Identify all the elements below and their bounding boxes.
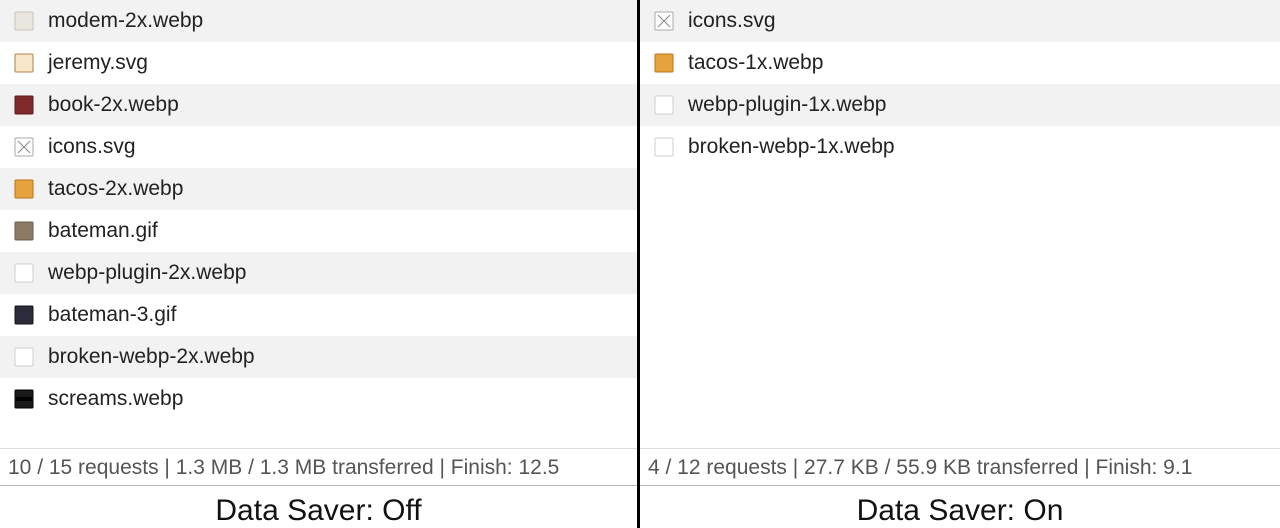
file-icon: [14, 179, 34, 199]
file-icon: [14, 263, 34, 283]
file-name: broken-webp-1x.webp: [688, 135, 895, 159]
file-name: icons.svg: [688, 9, 776, 33]
table-row[interactable]: bateman.gif: [0, 210, 637, 252]
file-name: bateman.gif: [48, 219, 158, 243]
table-row[interactable]: broken-webp-1x.webp: [640, 126, 1280, 168]
file-icon: [14, 347, 34, 367]
file-icon: [14, 11, 34, 31]
file-icon: [654, 137, 674, 157]
table-row[interactable]: webp-plugin-2x.webp: [0, 252, 637, 294]
table-row[interactable]: tacos-1x.webp: [640, 42, 1280, 84]
file-icon: [14, 389, 34, 409]
network-list-right: icons.svg tacos-1x.webp webp-plugin-1x.w…: [640, 0, 1280, 448]
file-icon: [14, 305, 34, 325]
file-name: jeremy.svg: [48, 51, 148, 75]
file-name: broken-webp-2x.webp: [48, 345, 255, 369]
panel-right: icons.svg tacos-1x.webp webp-plugin-1x.w…: [640, 0, 1280, 528]
panel-left: modem-2x.webp jeremy.svg book-2x.webp ic…: [0, 0, 640, 528]
network-list-left: modem-2x.webp jeremy.svg book-2x.webp ic…: [0, 0, 637, 448]
file-name: bateman-3.gif: [48, 303, 176, 327]
table-row[interactable]: jeremy.svg: [0, 42, 637, 84]
file-icon: [14, 53, 34, 73]
table-row[interactable]: icons.svg: [640, 0, 1280, 42]
file-icon: [654, 11, 674, 31]
status-bar-left: 10 / 15 requests | 1.3 MB / 1.3 MB trans…: [0, 448, 637, 486]
table-row[interactable]: icons.svg: [0, 126, 637, 168]
table-row[interactable]: webp-plugin-1x.webp: [640, 84, 1280, 126]
table-row[interactable]: screams.webp: [0, 378, 637, 420]
file-name: webp-plugin-1x.webp: [688, 93, 886, 117]
caption-right: Data Saver: On: [640, 486, 1280, 528]
file-name: tacos-2x.webp: [48, 177, 183, 201]
file-name: screams.webp: [48, 387, 183, 411]
table-row[interactable]: tacos-2x.webp: [0, 168, 637, 210]
file-icon: [654, 53, 674, 73]
table-row[interactable]: modem-2x.webp: [0, 0, 637, 42]
table-row[interactable]: bateman-3.gif: [0, 294, 637, 336]
file-name: icons.svg: [48, 135, 136, 159]
file-name: tacos-1x.webp: [688, 51, 823, 75]
table-row[interactable]: book-2x.webp: [0, 84, 637, 126]
file-icon: [14, 221, 34, 241]
status-bar-right: 4 / 12 requests | 27.7 KB / 55.9 KB tran…: [640, 448, 1280, 486]
file-icon: [14, 95, 34, 115]
file-icon: [14, 137, 34, 157]
file-icon: [654, 95, 674, 115]
comparison-container: modem-2x.webp jeremy.svg book-2x.webp ic…: [0, 0, 1280, 528]
file-name: modem-2x.webp: [48, 9, 203, 33]
file-name: webp-plugin-2x.webp: [48, 261, 246, 285]
caption-left: Data Saver: Off: [0, 486, 637, 528]
table-row[interactable]: broken-webp-2x.webp: [0, 336, 637, 378]
file-name: book-2x.webp: [48, 93, 179, 117]
